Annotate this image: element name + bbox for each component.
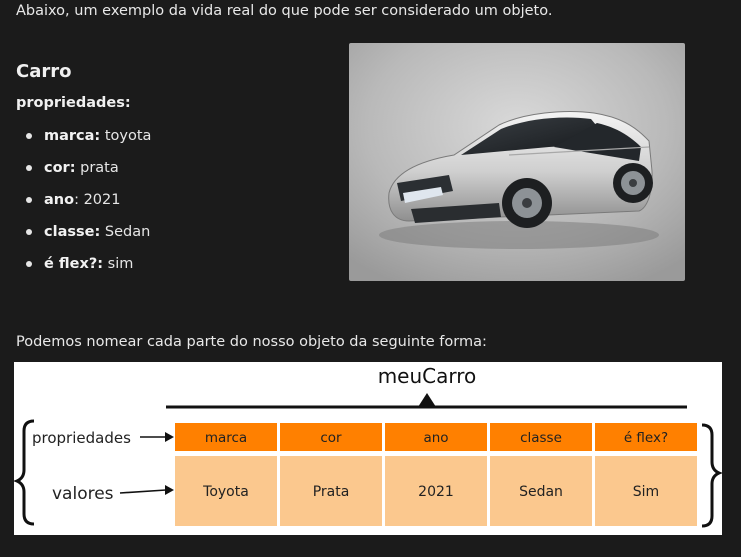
properties-list: marca: toyota cor: prata ano: 2021 class…: [24, 125, 151, 285]
list-item: classe: Sedan: [24, 221, 151, 253]
section-text: Podemos nomear cada parte do nosso objet…: [16, 334, 487, 350]
property-value: Sedan: [100, 224, 151, 240]
property-value: toyota: [100, 128, 152, 144]
value-text: Prata: [313, 484, 350, 500]
list-item: ano: 2021: [24, 189, 151, 221]
list-item: é flex?: sim: [24, 253, 151, 285]
bullet-icon: [26, 165, 32, 171]
value-text: Sim: [633, 484, 659, 500]
bullet-icon: [26, 133, 32, 139]
list-item: cor: prata: [24, 157, 151, 189]
value-text: Sedan: [519, 484, 563, 500]
header-text: cor: [320, 430, 342, 446]
property-key: é flex?:: [44, 256, 104, 272]
bullet-icon: [26, 197, 32, 203]
list-item: marca: toyota: [24, 125, 151, 157]
car-heading: Carro: [16, 61, 72, 82]
header-text: classe: [520, 430, 562, 446]
property-value: sim: [103, 256, 134, 272]
arrow-head-icon: [165, 485, 174, 495]
header-text: é flex?: [624, 430, 668, 446]
property-value: : 2021: [74, 192, 121, 208]
intro-text: Abaixo, um exemplo da vida real do que p…: [16, 3, 553, 19]
property-key: ano: [44, 192, 75, 208]
object-pointer: [418, 393, 436, 407]
row-label-properties: propriedades: [32, 429, 131, 447]
bullet-icon: [26, 229, 32, 235]
arrow-head-icon: [165, 432, 174, 442]
car-illustration: [349, 43, 685, 281]
property-key: classe:: [44, 224, 101, 240]
arrow-values: [119, 489, 167, 494]
header-text: marca: [205, 430, 247, 446]
object-diagram: meuCarro propriedades valores marca cor an…: [14, 362, 722, 535]
bullet-icon: [26, 261, 32, 267]
header-text: ano: [423, 430, 448, 446]
property-key: cor:: [44, 160, 76, 176]
property-key: marca:: [44, 128, 101, 144]
car-photo: [349, 43, 685, 281]
value-text: Toyota: [202, 484, 249, 500]
properties-heading: propriedades:: [16, 95, 131, 111]
object-name: meuCarro: [378, 364, 477, 388]
row-label-values: valores: [52, 484, 114, 504]
right-brace-icon: [701, 423, 722, 528]
value-text: 2021: [418, 484, 454, 500]
property-value: prata: [75, 160, 119, 176]
